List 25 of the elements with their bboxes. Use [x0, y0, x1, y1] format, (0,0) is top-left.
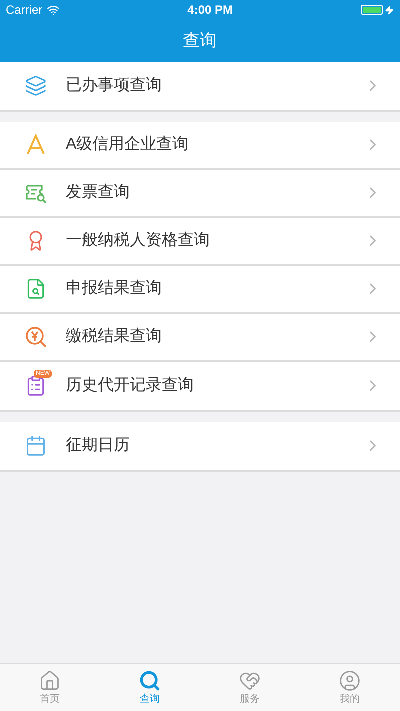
item-label: A级信用企业查询 — [66, 134, 190, 155]
search-icon — [139, 670, 161, 692]
list-item[interactable]: 发票查询 — [0, 170, 400, 218]
home-icon — [39, 670, 61, 692]
charging-icon — [385, 6, 394, 14]
item-label: 已办事项查询 — [66, 76, 163, 96]
status-time: 4:00 PM — [188, 2, 234, 19]
wifi-icon — [46, 4, 60, 16]
list-item[interactable]: 申报结果查询 — [0, 266, 400, 314]
list-item[interactable]: 缴税结果查询 — [0, 314, 400, 362]
item-label: 发票查询 — [66, 182, 131, 203]
item-label: 历史代开记录查询 — [66, 376, 195, 396]
battery-icon — [361, 5, 383, 15]
list-item[interactable]: 征期日历 — [0, 422, 400, 470]
item-label: 一般纳税人资格查询 — [66, 230, 211, 251]
heart-handshake-icon — [239, 670, 261, 692]
user-icon — [339, 670, 361, 692]
item-label: 申报结果查询 — [66, 278, 163, 299]
item-label: 缴税结果查询 — [66, 326, 163, 347]
list-item[interactable]: 已办事项查询 — [0, 62, 400, 110]
carrier-label: Carrier — [6, 2, 43, 19]
list-item[interactable]: 一般纳税人资格查询 — [0, 218, 400, 266]
list-item[interactable]: A级信用企业查询 — [0, 122, 400, 170]
page-title: 查询 — [183, 30, 217, 52]
item-label: 征期日历 — [66, 436, 131, 456]
